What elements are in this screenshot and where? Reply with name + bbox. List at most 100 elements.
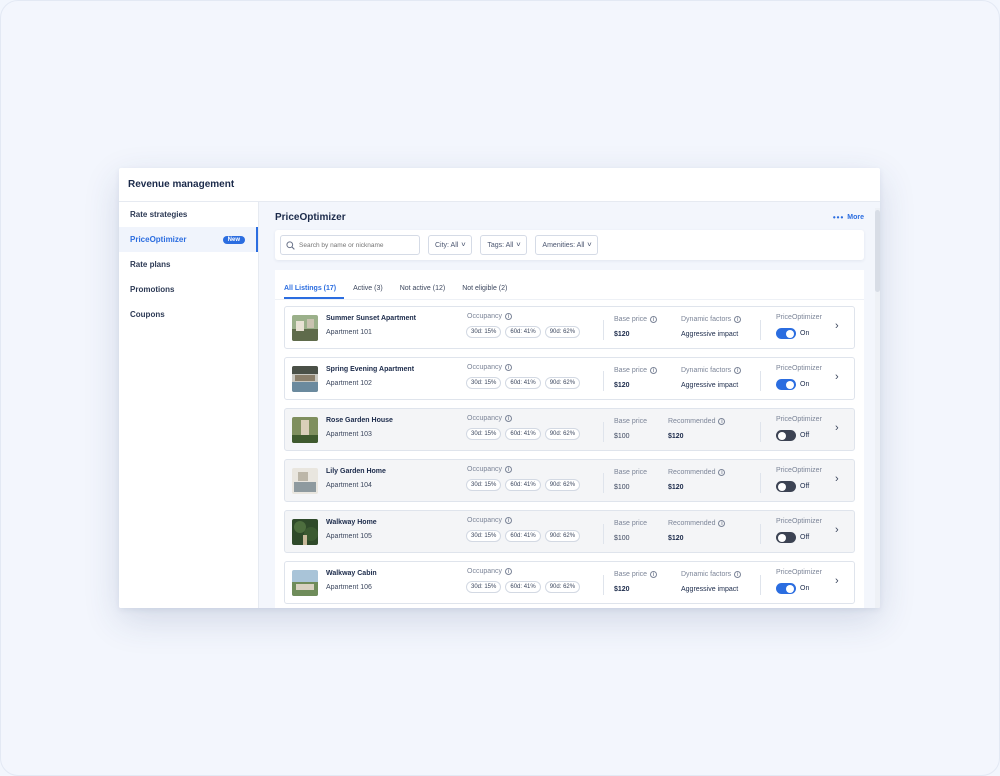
listing-name: Spring Evening Apartment [326, 366, 415, 373]
chevron-right-icon[interactable]: › [835, 422, 839, 434]
listing-unit: Apartment 102 [326, 380, 372, 387]
occupancy-30d-chip: 30d: 15% [466, 326, 502, 338]
main-header: PriceOptimizer ••• More [275, 208, 864, 226]
priceoptimizer-toggle[interactable] [776, 583, 796, 594]
base-price-value: $120 [614, 586, 630, 593]
search-box[interactable] [280, 235, 420, 255]
info-icon: i [505, 466, 513, 473]
chevron-right-icon[interactable]: › [835, 320, 839, 332]
listing-thumbnail [292, 519, 318, 545]
tab-active[interactable]: Active (3) [353, 285, 391, 299]
base-price-value: $120 [614, 331, 630, 338]
divider [760, 575, 761, 595]
listing-row[interactable]: Walkway Cabin Apartment 106 Occupancy i 3… [284, 561, 855, 604]
occupancy-30d-chip: 30d: 15% [466, 377, 502, 389]
listing-row[interactable]: Summer Sunset Apartment Apartment 101 Oc… [284, 306, 855, 349]
priceoptimizer-toggle[interactable] [776, 532, 796, 543]
amenities-filter-dropdown[interactable]: Amenities: All v [535, 235, 599, 255]
scrollbar-thumb[interactable] [875, 210, 880, 292]
city-filter-dropdown[interactable]: City: All v [428, 235, 473, 255]
listing-row[interactable]: Rose Garden House Apartment 103 Occupanc… [284, 408, 855, 451]
chevron-down-icon: v [588, 242, 592, 248]
base-price-label: Base price [614, 520, 648, 527]
tab-all-listings[interactable]: All Listings (17) [284, 285, 345, 299]
occupancy-label: Occupancy i [467, 568, 513, 575]
listing-name: Summer Sunset Apartment [326, 315, 416, 322]
sidebar-item-promotions[interactable]: Promotions [119, 277, 258, 302]
chevron-right-icon[interactable]: › [835, 575, 839, 587]
divider [760, 320, 761, 340]
priceoptimizer-label: PriceOptimizer [776, 314, 822, 321]
divider [760, 422, 761, 442]
new-badge: New [222, 235, 245, 244]
dynamic-factors-value: Aggressive impact [681, 331, 739, 338]
toggle-state: On [800, 381, 810, 388]
info-icon: i [734, 571, 742, 578]
priceoptimizer-toggle[interactable] [776, 481, 796, 492]
info-icon: i [718, 520, 726, 527]
occupancy-chips: 30d: 15% 60d: 41% 90d: 62% [466, 428, 581, 440]
occupancy-chips: 30d: 15% 60d: 41% 90d: 62% [466, 377, 581, 389]
sidebar-item-label: Coupons [130, 310, 165, 319]
info-icon: i [650, 571, 658, 578]
divider [603, 320, 604, 340]
occupancy-90d-chip: 90d: 62% [544, 581, 581, 593]
base-price-value: $100 [614, 484, 630, 491]
listing-name: Walkway Home [326, 519, 377, 526]
divider [603, 473, 604, 493]
recommended-label: Recommended i [668, 418, 726, 425]
listing-row[interactable]: Spring Evening Apartment Apartment 102 O… [284, 357, 855, 400]
priceoptimizer-toggle[interactable] [776, 430, 796, 441]
search-input[interactable] [299, 241, 409, 249]
more-label: More [847, 213, 864, 221]
priceoptimizer-label: PriceOptimizer [776, 416, 822, 423]
occupancy-60d-chip: 60d: 41% [505, 530, 541, 542]
info-icon: i [505, 517, 513, 524]
dynamic-factors-label: Dynamic factors i [681, 367, 742, 374]
filter-bar: City: All v Tags: All v Amenities: All v [275, 230, 864, 260]
recommended-value: $120 [668, 535, 684, 542]
tags-filter-dropdown[interactable]: Tags: All v [480, 235, 528, 255]
info-icon: i [718, 469, 726, 476]
app-window: Revenue management Rate strategies Price… [119, 168, 880, 608]
dropdown-label: City: All [435, 241, 459, 249]
occupancy-30d-chip: 30d: 15% [466, 581, 502, 593]
chevron-down-icon: v [461, 242, 466, 248]
chevron-right-icon[interactable]: › [835, 371, 839, 383]
listing-thumbnail [292, 570, 318, 596]
tab-not-active[interactable]: Not active (12) [400, 285, 454, 299]
occupancy-90d-chip: 90d: 62% [544, 326, 581, 338]
toggle-state: On [800, 330, 810, 337]
sidebar-item-rate-plans[interactable]: Rate plans [119, 252, 258, 277]
dynamic-factors-label: Dynamic factors i [681, 571, 742, 578]
sidebar-item-priceoptimizer[interactable]: PriceOptimizer New [119, 227, 258, 252]
chevron-right-icon[interactable]: › [835, 473, 839, 485]
sidebar-item-coupons[interactable]: Coupons [119, 302, 258, 327]
recommended-value: $120 [668, 484, 684, 491]
sidebar-item-label: Rate plans [130, 260, 171, 269]
chevron-down-icon: v [516, 242, 521, 248]
main-content: PriceOptimizer ••• More City: All v Tags… [259, 202, 880, 608]
occupancy-label: Occupancy i [467, 517, 513, 524]
app-title: Revenue management [128, 179, 235, 190]
tab-not-eligible[interactable]: Not eligible (2) [462, 285, 515, 299]
toggle-state: Off [800, 534, 810, 541]
priceoptimizer-toggle[interactable] [776, 379, 796, 390]
occupancy-chips: 30d: 15% 60d: 41% 90d: 62% [466, 530, 581, 542]
recommended-label: Recommended i [668, 469, 726, 476]
listing-row[interactable]: Lily Garden Home Apartment 104 Occupancy… [284, 459, 855, 502]
more-button[interactable]: ••• More [833, 213, 864, 222]
divider [603, 524, 604, 544]
chevron-right-icon[interactable]: › [835, 524, 839, 536]
occupancy-label: Occupancy i [467, 415, 513, 422]
priceoptimizer-toggle[interactable] [776, 328, 796, 339]
occupancy-label: Occupancy i [467, 364, 513, 371]
top-bar: Revenue management [119, 168, 880, 202]
dynamic-factors-label: Dynamic factors i [681, 316, 742, 323]
search-icon [286, 240, 295, 250]
occupancy-chips: 30d: 15% 60d: 41% 90d: 62% [466, 581, 581, 593]
occupancy-chips: 30d: 15% 60d: 41% 90d: 62% [466, 326, 581, 338]
listing-row[interactable]: Walkway Home Apartment 105 Occupancy i 30… [284, 510, 855, 553]
sidebar-item-rate-strategies[interactable]: Rate strategies [119, 202, 258, 227]
occupancy-60d-chip: 60d: 41% [505, 479, 541, 491]
